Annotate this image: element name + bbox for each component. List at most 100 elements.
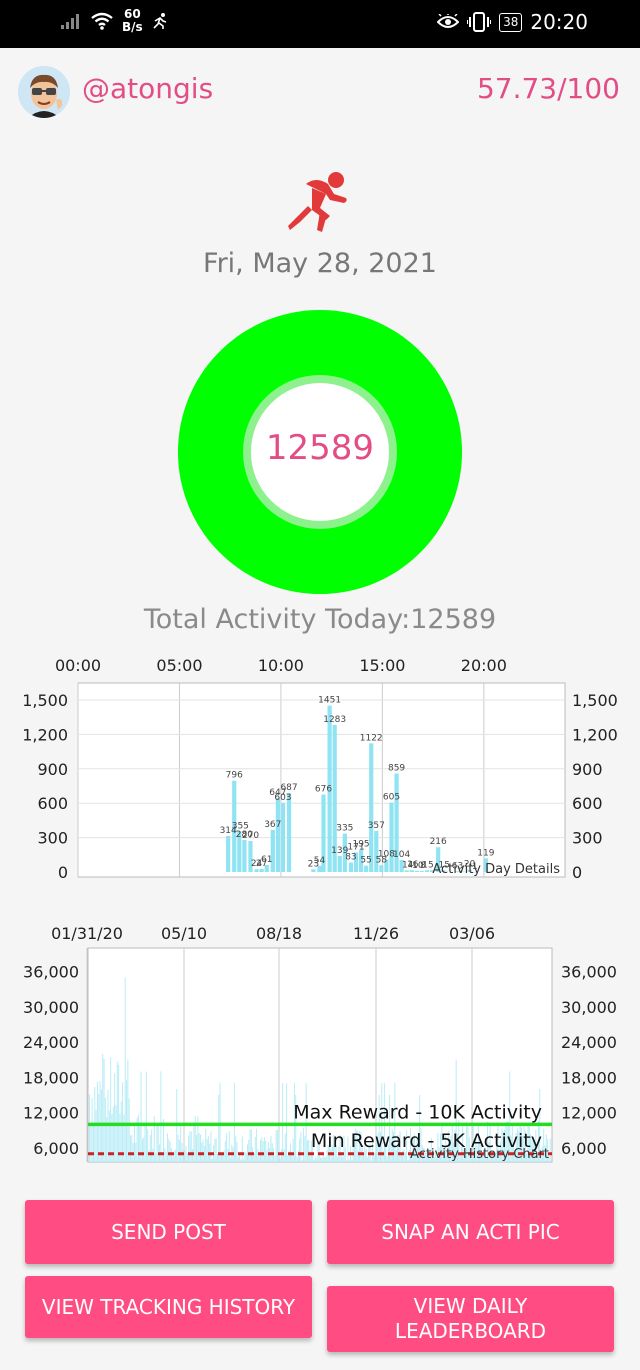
view-leaderboard-button[interactable]: VIEW DAILY LEADERBOARD [327, 1286, 614, 1352]
net-speed: 60 B/s [122, 8, 143, 34]
history-chart-bar [98, 1093, 100, 1162]
history-chart-bar [141, 1138, 143, 1162]
send-post-button[interactable]: SEND POST [25, 1200, 312, 1264]
history-chart-y-tick-left: 12,000 [23, 1104, 79, 1123]
day-chart-data-label: 83 [345, 852, 356, 862]
day-chart-x-tick: 05:00 [156, 656, 202, 675]
day-chart-bar [369, 743, 374, 872]
total-activity-label: Total Activity Today:12589 [143, 604, 497, 635]
history-chart-bar [366, 1157, 368, 1162]
history-chart-bar [188, 1135, 190, 1162]
history-chart-bar [308, 1139, 310, 1162]
history-chart-bar [226, 1133, 228, 1162]
activity-day-chart[interactable]: 00:00 05:00 10:00 15:00 20:00 1,500 1,500 1,200… [0, 650, 640, 900]
activity-history-chart[interactable]: 01/31/20 05/10 08/18 11/26 03/06 36,000 36,000… [0, 918, 640, 1168]
history-chart-bar [374, 1152, 376, 1162]
history-chart-bar [316, 1158, 318, 1162]
day-chart-data-label: 104 [393, 850, 410, 860]
history-chart-bar [363, 1154, 365, 1162]
history-chart-bar [110, 1057, 112, 1162]
history-chart-bar [215, 1138, 217, 1162]
history-chart-bar [244, 1151, 246, 1162]
username[interactable]: @atongis [82, 72, 213, 105]
history-chart-bar [149, 1134, 151, 1162]
day-chart-bar [404, 870, 409, 872]
history-chart-bar [306, 1140, 308, 1162]
history-chart-bar [270, 1136, 272, 1162]
history-chart-bar [404, 1152, 406, 1162]
history-chart-bar [174, 1149, 176, 1162]
history-chart-y-tick-left: 30,000 [23, 998, 79, 1017]
day-chart-y-tick-right: 600 [572, 794, 603, 813]
day-chart-data-label: 270 [242, 831, 259, 841]
history-chart-bar [230, 1157, 231, 1162]
day-chart-bar [337, 856, 342, 872]
history-chart-bar [115, 1105, 117, 1162]
history-chart-bar [258, 1155, 260, 1162]
history-chart-bar [325, 1157, 327, 1162]
history-chart-bar [104, 1097, 106, 1162]
history-chart-bar [135, 1142, 137, 1162]
day-chart-bar [389, 802, 394, 872]
history-chart-bar [133, 1122, 135, 1162]
history-chart-bar [246, 1144, 248, 1162]
history-chart-bar [260, 1140, 261, 1162]
history-chart-bar [185, 1146, 187, 1162]
history-chart-bar [164, 1147, 166, 1162]
history-chart-bar [157, 1126, 159, 1162]
history-chart-bar [254, 1136, 256, 1162]
net-speed-unit: B/s [122, 20, 143, 34]
history-chart-bar [322, 1155, 324, 1162]
history-chart-bar [346, 1160, 348, 1162]
day-chart-bar [379, 865, 384, 872]
history-chart-bar [301, 1160, 303, 1162]
view-tracking-history-button[interactable]: VIEW TRACKING HISTORY [25, 1276, 312, 1338]
signal-icon [61, 14, 79, 29]
day-chart-data-label: 54 [314, 856, 326, 866]
day-chart-y-tick-right: 1,200 [572, 725, 618, 744]
day-chart-data-label: 859 [388, 764, 405, 774]
history-chart-x-tick: 03/06 [449, 924, 495, 943]
vibrate-icon [467, 12, 492, 32]
history-chart-y-tick-right: 18,000 [561, 1068, 617, 1087]
status-bar: 60 B/s 38 20:20 [0, 0, 640, 48]
day-chart-x-tick: 10:00 [258, 656, 304, 675]
day-chart-data-label: 605 [383, 793, 400, 803]
history-chart-bar [313, 1160, 315, 1162]
history-chart-bar [196, 1134, 198, 1162]
day-chart-y-tick-left: 1,200 [22, 725, 68, 744]
history-chart-bar [370, 1160, 372, 1162]
day-chart-y-tick-left: 1,500 [22, 691, 68, 710]
history-chart-bar [151, 1129, 153, 1162]
history-chart-bar [155, 1153, 157, 1162]
history-chart-bar [219, 1083, 221, 1162]
avatar[interactable] [18, 66, 70, 118]
history-chart-bar [102, 1053, 104, 1162]
snap-pic-button[interactable]: SNAP AN ACTI PIC [327, 1200, 614, 1264]
history-chart-bar [114, 1073, 116, 1162]
day-chart-bar [414, 870, 419, 872]
history-chart-bar [118, 1064, 120, 1162]
battery-icon: 38 [499, 12, 523, 32]
history-chart-bar [147, 1129, 149, 1162]
day-chart-bar [348, 862, 354, 872]
history-chart-bar [280, 1149, 282, 1162]
history-chart-bar [202, 1139, 204, 1162]
day-chart-y-tick-left: 600 [37, 794, 68, 813]
history-chart-bar [303, 1127, 305, 1162]
history-chart-bar [203, 1146, 205, 1162]
day-chart-data-label: 61 [261, 855, 272, 865]
history-chart-bar [143, 1137, 145, 1162]
day-chart-data-label: 55 [360, 856, 371, 866]
history-chart-bar [190, 1131, 192, 1162]
day-chart-data-label: 216 [430, 837, 447, 847]
history-chart-bar [180, 1123, 182, 1162]
clock: 20:20 [530, 10, 588, 34]
history-chart-bar [205, 1128, 207, 1162]
history-chart-bar [267, 1141, 269, 1162]
history-chart-bar [249, 1129, 251, 1162]
history-chart-bar [342, 1157, 344, 1162]
history-chart-bar [116, 1061, 118, 1162]
history-chart-bar [348, 1159, 350, 1162]
day-chart-bar [364, 865, 369, 872]
